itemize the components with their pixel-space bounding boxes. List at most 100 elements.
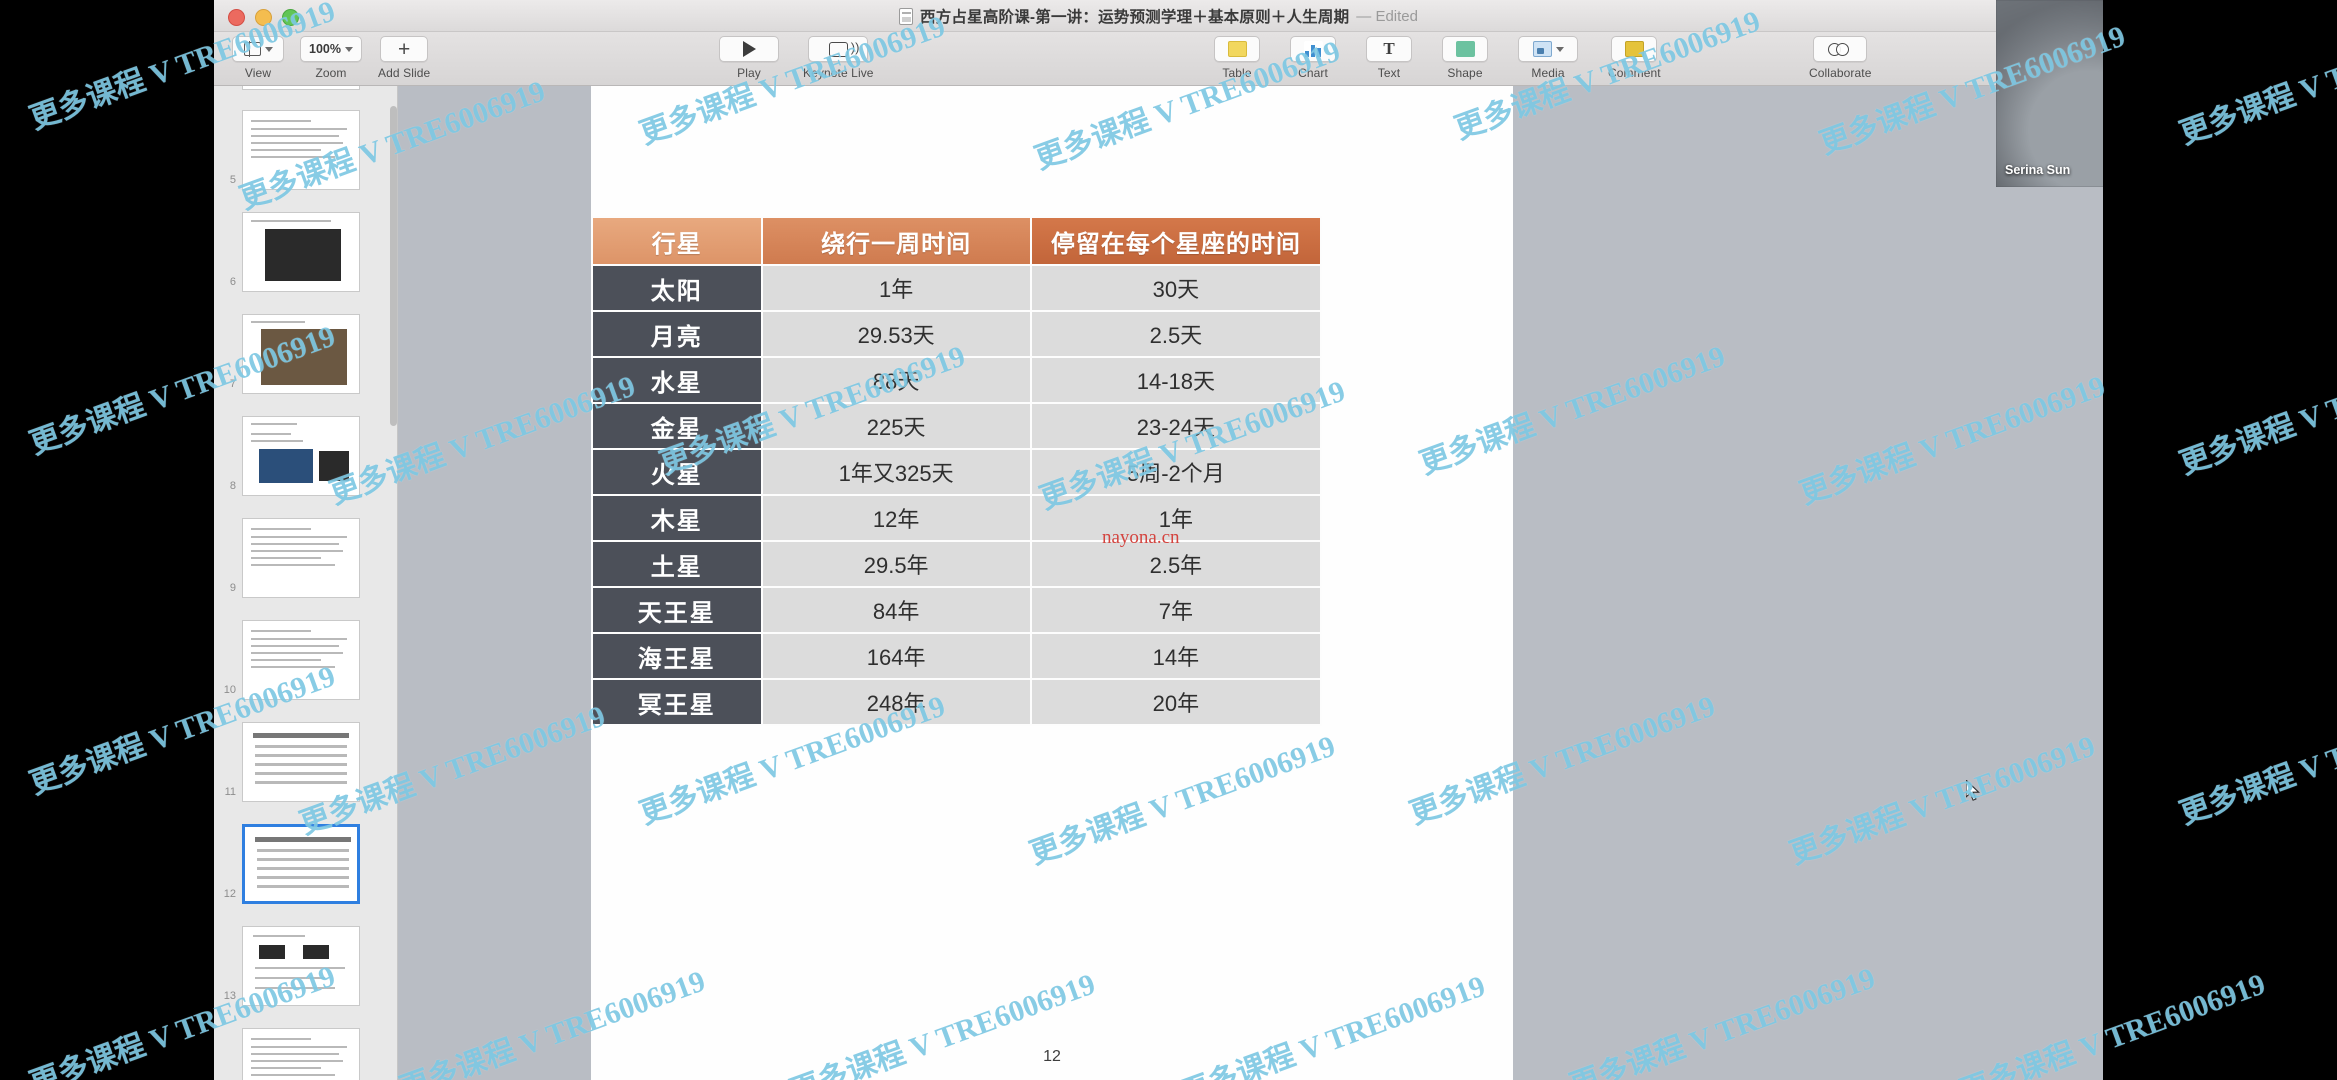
shape-button[interactable]: Shape bbox=[1442, 36, 1488, 80]
shape-icon bbox=[1455, 41, 1475, 57]
current-slide[interactable]: 行星 绕行一周时间 停留在每个星座的时间 太阳 1年 30天 月亮 29.53天 2.5天… bbox=[591, 86, 1513, 1080]
thumbnail-content bbox=[251, 142, 343, 144]
cell-planet: 海王星 bbox=[591, 632, 763, 680]
slide-thumbnail-row[interactable]: 8 bbox=[214, 416, 397, 496]
thumbnail-content bbox=[251, 433, 291, 435]
zoom-label: Zoom bbox=[315, 66, 347, 80]
cell-planet: 水星 bbox=[591, 356, 763, 404]
cell-stay-duration: 1年 bbox=[1029, 494, 1323, 542]
collaborate-button[interactable]: Collaborate bbox=[1809, 36, 1871, 80]
slide-thumbnail-row[interactable]: 4 bbox=[214, 86, 397, 90]
media-icon bbox=[1532, 41, 1552, 57]
thumbnail-content bbox=[251, 440, 303, 442]
slide-thumbnail-8[interactable] bbox=[242, 416, 360, 496]
thumbnail-content bbox=[251, 128, 347, 130]
cell-orbit-period: 248年 bbox=[760, 678, 1032, 726]
slide-number-label: 13 bbox=[223, 990, 236, 1002]
add-slide-label: Add Slide bbox=[378, 66, 431, 80]
table-row: 木星 12年 1年 bbox=[591, 494, 1323, 542]
chevron-down-icon bbox=[1555, 46, 1564, 52]
slide-thumbnail-13[interactable] bbox=[242, 926, 360, 1006]
thumbnail-content bbox=[251, 120, 311, 122]
cell-planet: 月亮 bbox=[591, 310, 763, 358]
play-icon bbox=[742, 41, 756, 57]
zoom-button[interactable]: 100% Zoom bbox=[300, 36, 362, 80]
thumbnail-content bbox=[255, 763, 347, 766]
slide-thumbnail-row[interactable]: 13 bbox=[214, 926, 397, 1006]
thumbnail-content bbox=[255, 837, 351, 842]
table-header-row: 行星 绕行一周时间 停留在每个星座的时间 bbox=[591, 216, 1323, 266]
slide-navigator[interactable]: 4 5 6 7 8 9 10 11 12 13 14 bbox=[214, 86, 398, 1080]
window-titlebar: 西方占星高阶课-第一讲：运势预测学理＋基本原则＋人生周期 — Edited bbox=[214, 0, 2103, 32]
slide-thumbnail-row[interactable]: 7 bbox=[214, 314, 397, 394]
thumbnail-content bbox=[251, 156, 335, 158]
slide-thumbnail-6[interactable] bbox=[242, 212, 360, 292]
thumbnail-content bbox=[251, 550, 343, 552]
table-body: 太阳 1年 30天 月亮 29.53天 2.5天 水星 88天 14-18天 金星 225天 23-2… bbox=[591, 264, 1323, 726]
slide-thumbnail-row[interactable]: 9 bbox=[214, 518, 397, 598]
keynote-live-button[interactable]: Keynote Live bbox=[803, 36, 874, 80]
slide-thumbnail-7[interactable] bbox=[242, 314, 360, 394]
cell-stay-duration: 20年 bbox=[1029, 678, 1323, 726]
thumbnail-content bbox=[257, 876, 349, 879]
slide-thumbnail-12[interactable] bbox=[242, 824, 360, 904]
thumbnail-content bbox=[257, 885, 349, 888]
cell-stay-duration: 23-24天 bbox=[1029, 402, 1323, 450]
thumbnail-content bbox=[251, 630, 311, 632]
comment-button[interactable]: Comment bbox=[1608, 36, 1661, 80]
slide-thumbnail-4[interactable] bbox=[242, 86, 360, 90]
slide-canvas-area[interactable]: 行星 绕行一周时间 停留在每个星座的时间 太阳 1年 30天 月亮 29.53天 2.5天… bbox=[398, 86, 2103, 1080]
table-row: 土星 29.5年 2.5年 bbox=[591, 540, 1323, 588]
desktop-background-left bbox=[0, 0, 214, 1080]
view-layout-icon bbox=[243, 41, 261, 57]
table-button[interactable]: Table bbox=[1214, 36, 1260, 80]
text-button[interactable]: T Text bbox=[1366, 36, 1412, 80]
cell-orbit-period: 1年又325天 bbox=[760, 448, 1032, 496]
slide-thumbnail-14[interactable] bbox=[242, 1028, 360, 1080]
slide-thumbnail-row[interactable]: 14 bbox=[214, 1028, 397, 1080]
cell-orbit-period: 164年 bbox=[760, 632, 1032, 680]
slide-thumbnail-row[interactable]: 11 bbox=[214, 722, 397, 802]
chart-button[interactable]: Chart bbox=[1290, 36, 1336, 80]
slide-thumbnail-row[interactable]: 6 bbox=[214, 212, 397, 292]
thumbnail-content bbox=[251, 149, 321, 151]
slide-thumbnail-row[interactable]: 5 bbox=[214, 110, 397, 190]
play-button[interactable]: Play bbox=[719, 36, 779, 80]
table-row: 月亮 29.53天 2.5天 bbox=[591, 310, 1323, 358]
slide-thumbnail-9[interactable] bbox=[242, 518, 360, 598]
cell-stay-duration: 14年 bbox=[1029, 632, 1323, 680]
thumbnail-content bbox=[261, 329, 347, 385]
chart-label: Chart bbox=[1298, 66, 1328, 80]
collaborate-label: Collaborate bbox=[1809, 66, 1872, 80]
thumbnail-content bbox=[251, 543, 339, 545]
thumbnail-content bbox=[251, 666, 335, 668]
thumbnail-content bbox=[251, 1074, 335, 1076]
thumbnail-content bbox=[255, 967, 345, 969]
cell-planet: 火星 bbox=[591, 448, 763, 496]
table-row: 天王星 84年 7年 bbox=[591, 586, 1323, 634]
thumbnail-content bbox=[251, 321, 305, 323]
cell-planet: 天王星 bbox=[591, 586, 763, 634]
cell-stay-duration: 7年 bbox=[1029, 586, 1323, 634]
slide-thumbnail-10[interactable] bbox=[242, 620, 360, 700]
thumbnail-content bbox=[255, 745, 347, 748]
chart-icon bbox=[1303, 41, 1323, 57]
thumbnail-content bbox=[251, 1067, 321, 1069]
media-button[interactable]: Media bbox=[1518, 36, 1578, 80]
navigator-scrollbar[interactable] bbox=[390, 106, 397, 426]
slide-thumbnail-5[interactable] bbox=[242, 110, 360, 190]
thumbnail-content bbox=[251, 638, 347, 640]
cell-planet: 太阳 bbox=[591, 264, 763, 312]
view-button[interactable]: View bbox=[232, 36, 284, 80]
slide-thumbnail-11[interactable] bbox=[242, 722, 360, 802]
slide-number-label: 7 bbox=[229, 378, 236, 390]
slide-thumbnail-row[interactable]: 10 bbox=[214, 620, 397, 700]
webcam-video-overlay[interactable]: Serina Sun bbox=[1996, 0, 2103, 187]
table-row: 火星 1年又325天 5周-2个月 bbox=[591, 448, 1323, 496]
cell-stay-duration: 14-18天 bbox=[1029, 356, 1323, 404]
slide-thumbnail-row[interactable]: 12 bbox=[214, 824, 397, 904]
thumbnail-content bbox=[251, 423, 297, 425]
slide-number-label: 9 bbox=[229, 582, 236, 594]
add-slide-button[interactable]: + Add Slide bbox=[378, 36, 430, 80]
text-label: Text bbox=[1377, 66, 1401, 80]
